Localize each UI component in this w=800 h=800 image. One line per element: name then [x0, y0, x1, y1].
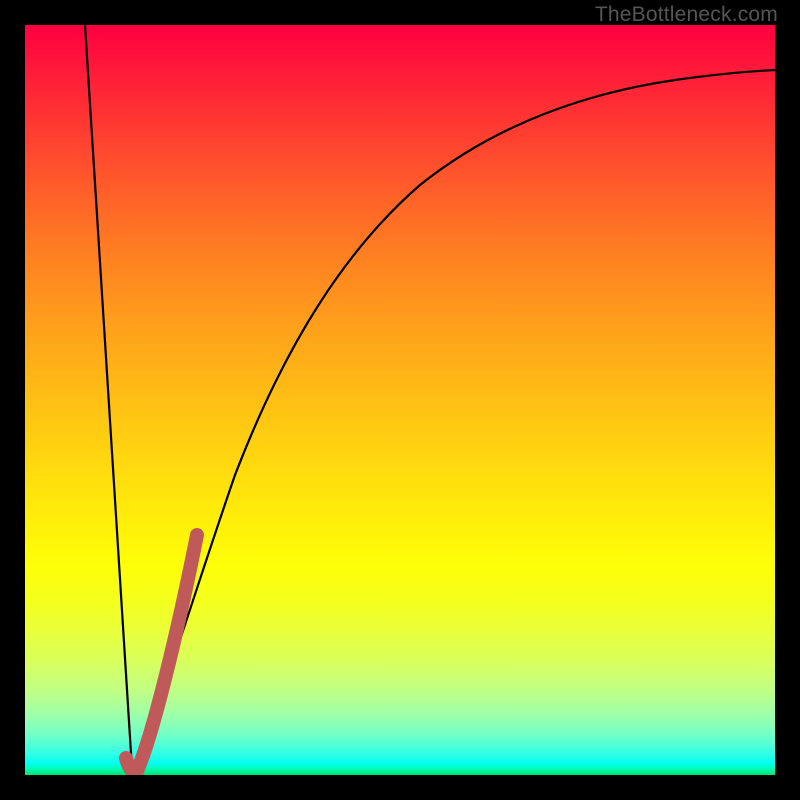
plot-area: [25, 25, 775, 775]
main-curve: [85, 25, 775, 769]
watermark-text: TheBottleneck.com: [595, 3, 778, 27]
highlight-segment: [126, 535, 197, 771]
chart-frame: TheBottleneck.com: [0, 0, 800, 800]
curve-layer: [25, 25, 775, 775]
